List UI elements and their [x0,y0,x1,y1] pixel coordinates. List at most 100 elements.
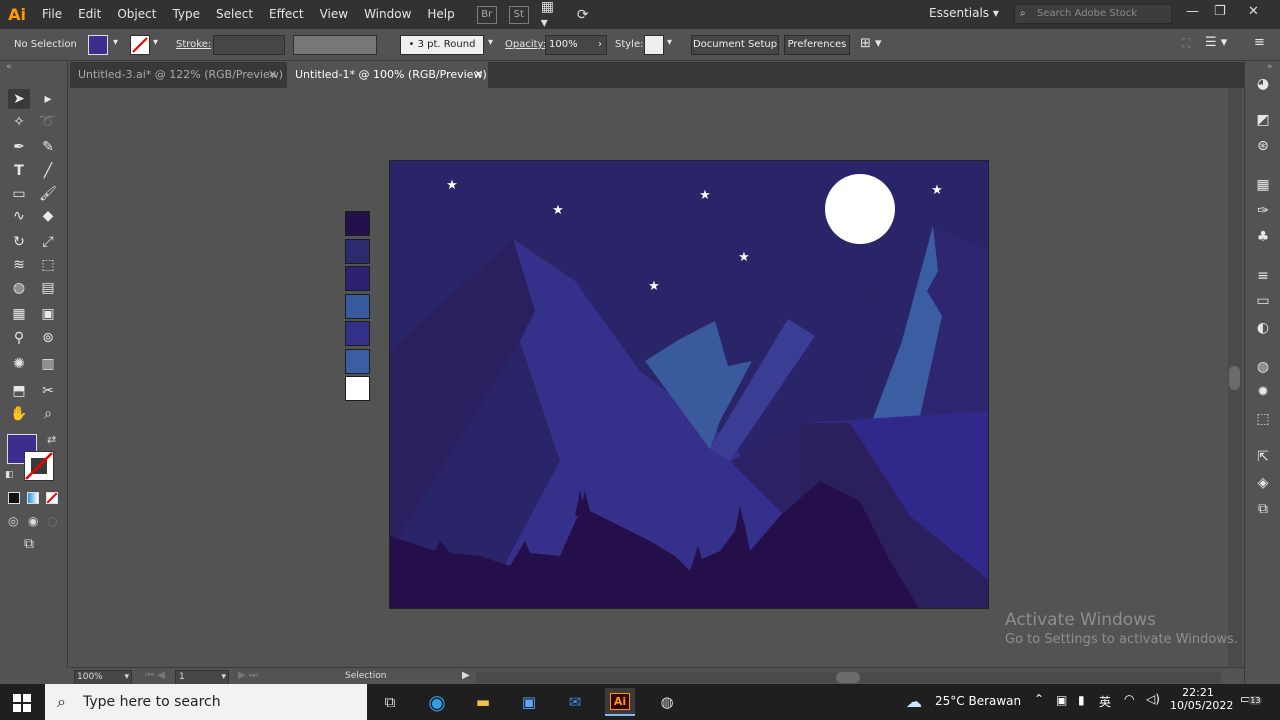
gradient-mode-icon[interactable] [27,492,39,504]
stock-search-input[interactable]: ⌕ Search Adobe Stock [1014,4,1172,24]
shape-builder-tool-icon[interactable]: ◍ [8,278,30,298]
vertical-scroll-thumb[interactable] [1229,366,1240,390]
horizontal-scrollbar[interactable] [476,672,1221,683]
pen-tool-icon[interactable]: ✒ [8,137,30,157]
artboard-tool-icon[interactable]: ⬒ [8,381,30,401]
style-dropdown-icon[interactable]: ▾ [667,37,672,48]
arrange-icon[interactable]: ⊞ ▾ [860,36,882,51]
restore-button[interactable]: ❐ [1214,4,1226,19]
variable-width-profile[interactable] [293,35,377,55]
free-transform-tool-icon[interactable]: ⬚ [37,255,59,275]
mail-icon[interactable]: ✉ [560,688,590,716]
shaper-tool-icon[interactable]: ∿ [8,206,30,226]
zoom-field[interactable]: 100% ▾ [74,670,132,685]
opacity-field[interactable]: 100% › [545,35,607,55]
edge-icon[interactable]: ◉ [422,688,452,716]
artboard-navigation[interactable]: 1 ▾ [175,670,229,685]
collapse-panel-icon[interactable]: « [6,62,12,72]
width-tool-icon[interactable]: ≋ [8,255,30,275]
stroke-dropdown-icon[interactable]: ▾ [153,37,158,48]
line-tool-icon[interactable]: ╱ [37,161,59,181]
tab-untitled-3[interactable]: Untitled-3.ai* @ 122% (RGB/Preview) ✕ [70,62,287,88]
file-explorer-icon[interactable]: ▬ [468,688,498,716]
swatches-icon[interactable]: ▦ [1254,176,1272,194]
close-tab-icon[interactable]: ✕ [268,62,277,88]
menu-file[interactable]: File [34,0,70,29]
minimize-button[interactable]: — [1186,4,1199,19]
color-swatch[interactable] [345,376,370,401]
color-swatch[interactable] [345,321,370,346]
document-setup-button[interactable]: Document Setup [691,35,779,55]
graphic-style-swatch[interactable] [644,35,664,55]
clock[interactable]: 22:21 10/05/2022 [1170,686,1233,712]
none-mode-icon[interactable] [46,492,58,504]
color-swatch[interactable] [345,266,370,291]
stroke-swatch[interactable] [24,451,54,481]
selection-tool-icon[interactable]: ➤ [8,89,30,109]
menu-edit[interactable]: Edit [70,0,109,29]
stroke-color-button[interactable] [130,35,150,55]
stroke-weight-field[interactable] [213,35,285,55]
gradient-tool-icon[interactable]: ▣ [37,304,59,324]
menu-type[interactable]: Type [164,0,208,29]
stroke-panel-icon[interactable]: ≡ [1254,267,1272,285]
last-artboard-icon[interactable]: ▶ ⏭ [238,670,258,681]
horizontal-scroll-thumb[interactable] [836,672,860,683]
gradient-panel-icon[interactable]: ▭ [1254,292,1272,310]
brush-dropdown-icon[interactable]: ▾ [488,37,493,48]
store-icon[interactable]: ▣ [514,688,544,716]
weather-text[interactable]: 25°C Berawan [935,694,1021,708]
export-icon[interactable]: ⇱ [1254,448,1272,466]
slice-tool-icon[interactable]: ✂ [37,381,59,401]
vertical-scrollbar[interactable] [1228,88,1242,666]
tab-untitled-1[interactable]: Untitled-1* @ 100% (RGB/Preview) ✕ [287,62,488,88]
mesh-tool-icon[interactable]: ▦ [8,304,30,324]
rectangle-tool-icon[interactable]: ▭ [8,184,30,204]
workspace-switcher[interactable]: Essentials ▾ [929,6,999,20]
stroke-label[interactable]: Stroke: [176,39,211,50]
draw-normal-icon[interactable]: ◎ [8,514,18,528]
color-swatch[interactable] [345,293,370,319]
symbol-sprayer-tool-icon[interactable]: ✺ [8,354,30,374]
default-colors-icon[interactable]: ◧ [5,470,14,480]
curvature-tool-icon[interactable]: ✎ [37,137,59,157]
status-menu-icon[interactable]: ▶ [462,670,470,681]
draw-behind-icon[interactable]: ◉ [28,514,38,528]
menu-object[interactable]: Object [109,0,164,29]
hand-tool-icon[interactable]: ✋ [8,404,30,424]
expand-panels-icon[interactable]: » [1267,62,1273,72]
color-panel-icon[interactable]: ◕ [1254,75,1272,93]
eyedropper-tool-icon[interactable]: ⚲ [8,328,30,348]
color-swatch[interactable] [345,211,370,236]
transform-panel-icon[interactable]: ⬚ [1254,410,1272,428]
zoom-tool-icon[interactable]: ⌕ [37,404,59,424]
obs-icon[interactable]: ◍ [652,688,682,716]
scale-tool-icon[interactable]: ⤢ [37,232,59,252]
rotate-tool-icon[interactable]: ↻ [8,232,30,252]
perspective-grid-tool-icon[interactable]: ▤ [37,278,59,298]
column-graph-tool-icon[interactable]: ▥ [37,354,59,374]
magic-wand-tool-icon[interactable]: ✧ [8,112,30,132]
control-panel-menu-icon[interactable]: ≡ [1254,35,1265,50]
illustrator-taskbar-icon[interactable]: Ai [605,688,635,716]
preferences-button[interactable]: Preferences [784,35,850,55]
close-tab-icon[interactable]: ✕ [474,62,483,88]
close-window-button[interactable]: ✕ [1248,4,1259,19]
color-guide-icon[interactable]: ◩ [1254,111,1272,129]
transparency-icon[interactable]: ◐ [1254,319,1272,337]
artboards-icon[interactable]: ⧉ [1254,500,1272,518]
appearance-panel-icon[interactable]: ✹ [1254,383,1272,401]
fill-dropdown-icon[interactable]: ▾ [113,37,118,48]
panel-menu-icon[interactable]: ☰ ▾ [1205,35,1227,50]
appearance-icon[interactable]: ⊛ [1254,137,1272,155]
start-button[interactable] [13,694,31,712]
gpu-performance-icon[interactable]: ⟳ [573,6,593,24]
volume-icon[interactable]: ◁) [1146,692,1160,706]
fill-color-button[interactable] [88,35,108,55]
symbols-icon[interactable]: ♣ [1254,228,1272,246]
battery-icon[interactable]: ▮ [1078,693,1085,707]
brushes-icon[interactable]: ✑ [1254,202,1272,220]
wifi-icon[interactable]: ◠ [1124,692,1134,706]
arrange-documents-icon[interactable]: ▦ ▾ [541,0,561,31]
artboard[interactable]: ★ ★ ★ ★ ★ ★ [389,160,989,609]
